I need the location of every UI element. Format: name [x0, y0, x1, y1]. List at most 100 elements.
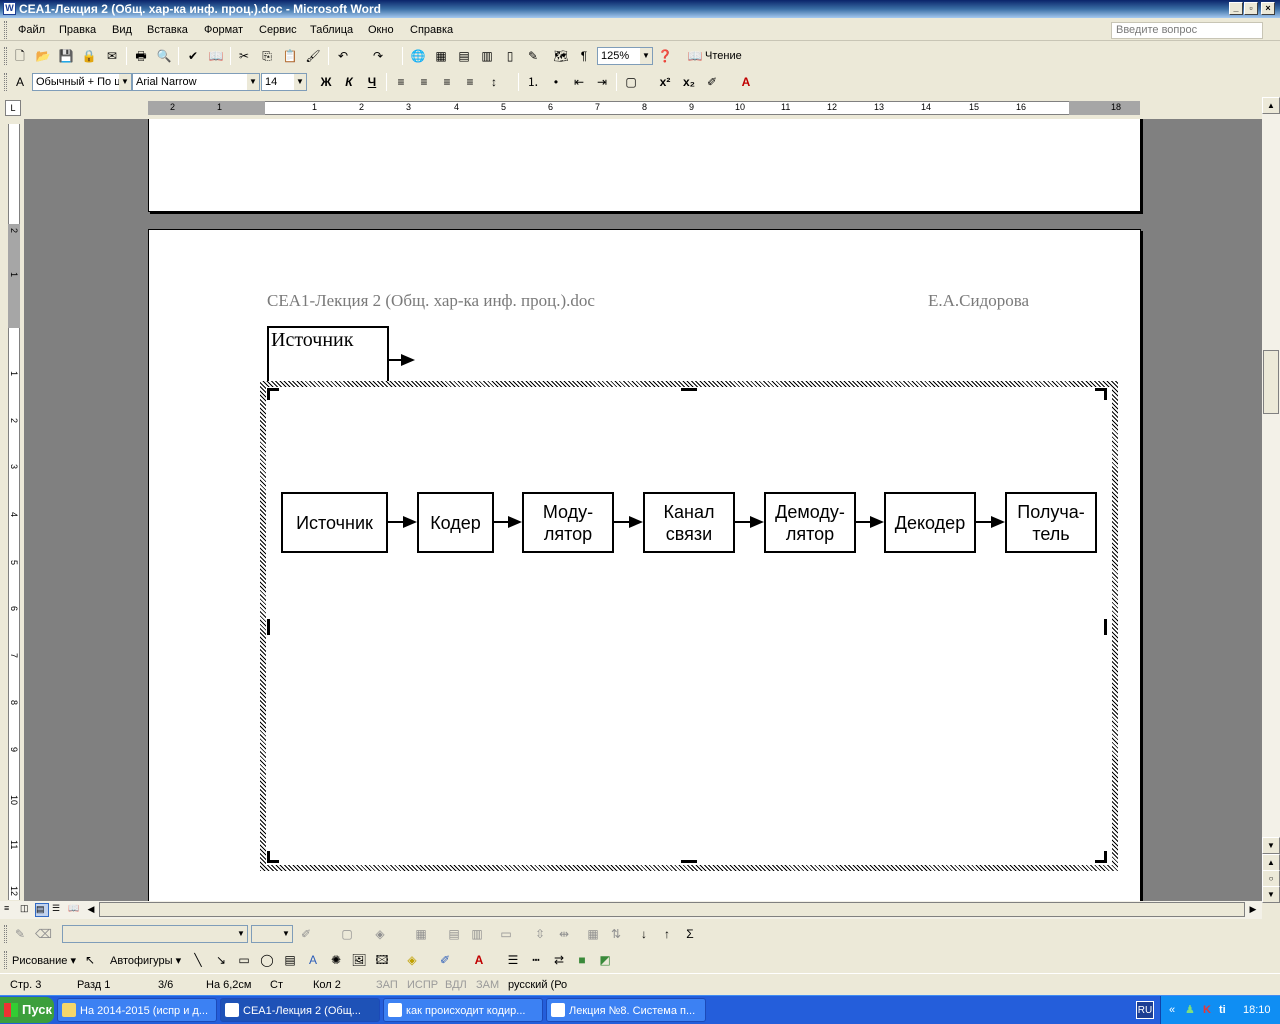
close-button[interactable]: ×	[1261, 2, 1275, 15]
copy-icon[interactable]: ⎘	[259, 48, 275, 64]
format-painter-icon[interactable]: 🖌	[305, 48, 321, 64]
antivirus-icon[interactable]: K	[1203, 996, 1211, 1024]
font-color-icon[interactable]: A	[471, 952, 487, 968]
sort-asc-icon[interactable]: ↓	[636, 926, 652, 942]
scroll-left-icon[interactable]: ◀	[84, 901, 98, 918]
print-preview-icon[interactable]: 🔍	[156, 48, 172, 64]
draw-table-icon[interactable]: ✎	[12, 926, 28, 942]
menu-window[interactable]: Окно	[368, 24, 394, 36]
tray-expand-icon[interactable]: «	[1169, 996, 1175, 1024]
handle-left[interactable]	[267, 619, 270, 635]
rectangle-tool-icon[interactable]: ▭	[236, 952, 252, 968]
tables-borders-icon[interactable]: ▦	[433, 48, 449, 64]
handle-bottom-left[interactable]	[267, 851, 279, 863]
scroll-up-icon[interactable]: ▲	[1262, 97, 1280, 114]
drawing-icon[interactable]: ✎	[525, 48, 541, 64]
merge-cells-icon[interactable]: ▤	[446, 926, 462, 942]
select-objects-icon[interactable]: ↖	[82, 952, 98, 968]
stray-textbox[interactable]: Источник	[267, 326, 389, 386]
diagram-icon[interactable]: ✺	[328, 952, 344, 968]
oval-tool-icon[interactable]: ◯	[259, 952, 275, 968]
sort-desc-icon[interactable]: ↑	[659, 926, 675, 942]
distribute-rows-icon[interactable]: ⇳	[532, 926, 548, 942]
columns-icon[interactable]: ▯	[502, 48, 518, 64]
justify-icon[interactable]: ≡	[462, 74, 478, 90]
wordart-icon[interactable]: A	[305, 952, 321, 968]
handle-top[interactable]	[681, 388, 697, 391]
email-icon[interactable]: ✉	[104, 48, 120, 64]
prev-page-icon[interactable]: ▲	[1262, 854, 1280, 871]
block-receiver[interactable]: Получа- тель	[1005, 492, 1097, 553]
insert-table-icon[interactable]: ▦	[413, 926, 429, 942]
status-ovr[interactable]: ЗАМ	[476, 979, 499, 991]
insert-table-icon[interactable]: ▤	[456, 48, 472, 64]
vertical-scrollbar[interactable]: ▲ ▼ ▲ ○ ▼	[1262, 97, 1280, 903]
menu-table[interactable]: Таблица	[310, 24, 353, 36]
borders-icon[interactable]: ▢	[623, 74, 639, 90]
italic-button[interactable]: К	[341, 74, 357, 90]
research-icon[interactable]: 📖	[208, 48, 224, 64]
title-bar[interactable]: W СЕА1-Лекция 2 (Общ. хар-ка инф. проц.)…	[0, 0, 1280, 18]
styles-pane-icon[interactable]: A	[12, 74, 28, 90]
task-word[interactable]: СЕА1-Лекция 2 (Общ...	[220, 998, 380, 1022]
arrow-style-icon[interactable]: ⇄	[551, 952, 567, 968]
scroll-thumb[interactable]	[1263, 350, 1279, 414]
page-current[interactable]: СЕА1-Лекция 2 (Общ. хар-ка инф. проц.).d…	[148, 229, 1141, 901]
toolbar-grip[interactable]	[4, 47, 7, 65]
shading-icon[interactable]: ◈	[372, 926, 388, 942]
subscript-icon[interactable]: x₂	[681, 74, 697, 90]
print-layout-icon[interactable]: ▤	[35, 903, 49, 917]
clipart-icon[interactable]: 🖼	[351, 952, 367, 968]
3d-icon[interactable]: ◩	[597, 952, 613, 968]
dash-style-icon[interactable]: ┅	[528, 952, 544, 968]
help-search-input[interactable]: Введите вопрос	[1111, 22, 1263, 39]
autoshapes-menu-button[interactable]: Автофигуры ▾	[110, 954, 181, 967]
toolbar-grip[interactable]	[4, 925, 7, 943]
highlight-icon[interactable]: ✐	[704, 74, 720, 90]
decrease-indent-icon[interactable]: ⇤	[571, 74, 587, 90]
menu-format[interactable]: Формат	[204, 24, 243, 36]
block-modulator[interactable]: Моду- лятор	[522, 492, 614, 553]
web-view-icon[interactable]: ◫	[20, 903, 34, 917]
browse-object-icon[interactable]: ○	[1262, 870, 1280, 887]
font-size-select[interactable]: 14 ▼	[261, 73, 307, 91]
menu-file[interactable]: Файл	[18, 24, 45, 36]
align-right-icon[interactable]: ≡	[439, 74, 455, 90]
next-page-icon[interactable]: ▼	[1262, 886, 1280, 903]
help-icon[interactable]: ❓	[657, 48, 673, 64]
ti-icon[interactable]: ti	[1219, 996, 1226, 1024]
h-scroll-thumb[interactable]	[99, 902, 1245, 917]
menu-help[interactable]: Справка	[410, 24, 453, 36]
block-source[interactable]: Источник	[281, 492, 388, 553]
document-map-icon[interactable]: 🗺	[553, 48, 569, 64]
status-language[interactable]: русский (Ро	[508, 979, 567, 991]
outside-border-icon[interactable]: ▢	[339, 926, 355, 942]
arrow-tool-icon[interactable]: ↘	[213, 952, 229, 968]
line-spacing-icon[interactable]: ↕	[486, 74, 502, 90]
text-direction-icon[interactable]: ⇅	[608, 926, 624, 942]
draw-menu-button[interactable]: Рисование ▾	[12, 954, 76, 967]
vertical-ruler[interactable]: 2 1 1 2 3 4 5 6 7 8 9 10 11 12	[5, 124, 23, 900]
align-left-icon[interactable]: ≡	[393, 74, 409, 90]
maximize-button[interactable]: ▫	[1244, 2, 1258, 15]
handle-top-left[interactable]	[267, 388, 279, 400]
language-indicator[interactable]: RU	[1136, 1001, 1154, 1019]
eraser-icon[interactable]: ⌫	[35, 926, 52, 942]
line-tool-icon[interactable]: ╲	[190, 952, 206, 968]
status-ext[interactable]: ВДЛ	[445, 979, 467, 991]
insert-excel-icon[interactable]: ▥	[479, 48, 495, 64]
clock[interactable]: 18:10	[1243, 996, 1271, 1024]
handle-right[interactable]	[1104, 619, 1107, 635]
new-doc-icon[interactable]: 🗋	[12, 48, 28, 64]
reading-button[interactable]: Чтение	[705, 50, 742, 62]
toolbar-grip[interactable]	[4, 73, 7, 91]
bold-button[interactable]: Ж	[318, 74, 334, 90]
picture-icon[interactable]: 🖾	[374, 952, 390, 968]
zoom-select[interactable]: 125% ▼	[597, 47, 653, 65]
save-icon[interactable]: 💾	[58, 48, 74, 64]
font-select[interactable]: Arial Narrow ▼	[132, 73, 260, 91]
block-decoder[interactable]: Декодер	[884, 492, 976, 553]
status-rec[interactable]: ЗАП	[376, 979, 398, 991]
open-icon[interactable]: 📂	[35, 48, 51, 64]
drawing-canvas-frame[interactable]	[260, 381, 1118, 871]
